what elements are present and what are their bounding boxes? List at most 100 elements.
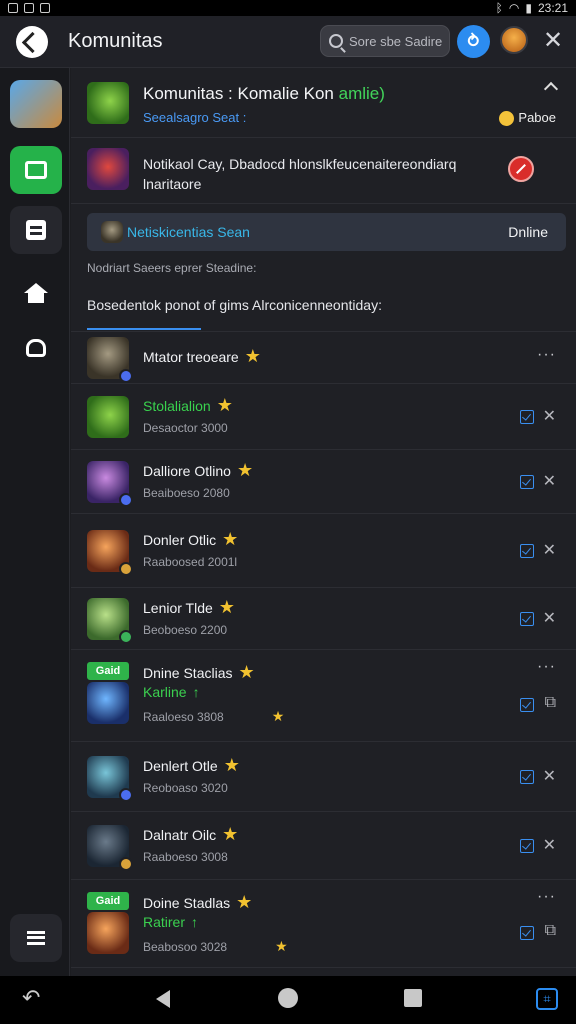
member-row[interactable]: Donler Otlic ★ Raaboosed 2001l ✕ xyxy=(71,514,576,588)
document-icon xyxy=(26,220,46,240)
sidebar-item-store[interactable] xyxy=(10,324,62,372)
arrow-up-icon: ↑ xyxy=(191,914,199,930)
more-options-icon[interactable]: ··· xyxy=(537,346,556,364)
dismiss-icon[interactable]: ✕ xyxy=(543,540,556,560)
page-title: Komunitas xyxy=(68,30,163,52)
copy-icon[interactable]: ⧉ xyxy=(545,922,556,940)
sidebar-item-chat[interactable] xyxy=(10,146,62,194)
wifi-icon: ◠ xyxy=(508,1,520,15)
member-row[interactable]: Stolalialion ★ Desaoctor 3000 ✕ xyxy=(71,384,576,450)
member-avatar[interactable] xyxy=(87,682,129,724)
dismiss-icon[interactable]: ✕ xyxy=(543,835,556,855)
member-avatar[interactable] xyxy=(87,825,133,871)
community-header[interactable]: Komunitas : Komalie Kon amlie) Seealsagr… xyxy=(71,68,576,138)
member-avatar[interactable] xyxy=(87,396,129,438)
sync-button[interactable]: ⥁ xyxy=(457,25,490,58)
member-name: Dalliore Otlino ★ xyxy=(143,460,254,480)
member-name: Dnine Staclias ★ xyxy=(143,662,255,682)
sidebar-item-home[interactable] xyxy=(10,264,62,312)
top-bar: Komunitas Sore sbe Sadire ⥁ ✕ xyxy=(0,16,576,68)
copy-icon[interactable]: ⧉ xyxy=(545,694,556,712)
app-icon xyxy=(24,3,34,13)
sidebar-item-menu[interactable] xyxy=(10,914,62,962)
more-options-icon[interactable]: ··· xyxy=(537,888,556,906)
status-bar: ᛒ ◠ ▮ 23:21 xyxy=(0,0,576,16)
home-icon xyxy=(24,283,48,303)
notice-thumbnail xyxy=(87,148,129,190)
search-input[interactable]: Sore sbe Sadire xyxy=(320,25,450,57)
member-subtitle: Ratirer ↑ xyxy=(143,914,199,930)
star-icon: ★ xyxy=(238,662,255,682)
community-subtitle: Seealsagro Seat : xyxy=(143,110,247,125)
checkbox[interactable] xyxy=(520,475,534,489)
status-badge xyxy=(119,562,133,576)
status-badge xyxy=(119,788,133,802)
close-button[interactable]: ✕ xyxy=(540,28,566,54)
status-badge xyxy=(119,369,133,383)
member-row[interactable]: Mtator treoeare ★ ··· xyxy=(71,332,576,384)
member-avatar[interactable] xyxy=(87,337,133,383)
member-row[interactable]: Denlert Otle ★ Reoboaso 3020 ✕ xyxy=(71,742,576,812)
member-name: Doine Stadlas ★ xyxy=(143,892,253,912)
home-button[interactable] xyxy=(278,988,298,1008)
star-icon: ★ xyxy=(222,824,239,844)
member-row[interactable]: Lenior Tlde ★ Beoboeso 2200 ✕ xyxy=(71,588,576,650)
online-bar[interactable]: Netiskicentias Sean Dnline xyxy=(87,213,566,251)
member-name: Donler Otlic ★ xyxy=(143,529,239,549)
checkbox[interactable] xyxy=(520,770,534,784)
rotate-back-icon[interactable] xyxy=(22,988,42,1008)
reaction-button[interactable]: Paboe xyxy=(499,110,556,127)
dismiss-icon[interactable]: ✕ xyxy=(543,608,556,628)
dismiss-icon[interactable]: ✕ xyxy=(543,766,556,786)
system-nav-bar: ⌗ xyxy=(0,976,576,1024)
checkbox[interactable] xyxy=(520,839,534,853)
member-avatar[interactable] xyxy=(87,756,133,802)
search-icon xyxy=(329,34,343,48)
user-avatar[interactable] xyxy=(500,26,528,54)
checkbox[interactable] xyxy=(520,544,534,558)
status-badge xyxy=(119,630,133,644)
back-logo-icon[interactable] xyxy=(16,25,48,58)
member-name: Stolalialion ★ xyxy=(143,395,233,415)
member-meta: Raaboeso 3008 xyxy=(143,850,228,864)
star-icon: ★ xyxy=(223,755,240,775)
star-icon: ★ xyxy=(222,529,239,549)
star-icon: ★ xyxy=(216,395,233,415)
dismiss-icon[interactable]: ✕ xyxy=(543,406,556,426)
online-thumbnail xyxy=(101,221,123,243)
member-row[interactable]: Dalnatr Oilc ★ Raaboeso 3008 ✕ xyxy=(71,812,576,880)
dismiss-icon[interactable]: ✕ xyxy=(543,471,556,491)
checkbox[interactable] xyxy=(520,926,534,940)
chevron-up-icon[interactable] xyxy=(543,81,559,97)
sidebar-item-profile[interactable] xyxy=(10,80,62,128)
member-meta: Beoboeso 2200 xyxy=(143,623,228,637)
star-icon: ★ xyxy=(218,597,235,617)
notice-row[interactable]: Notikaol Cay, Dbadocd hlonslkfeucenaiter… xyxy=(71,138,576,204)
member-row[interactable]: Dalliore Otlino ★ Beaiboeso 2080 ✕ xyxy=(71,450,576,514)
member-row[interactable]: Gaid Dnine Staclias ★ Karline ↑ Raaloeso 3808… xyxy=(71,650,576,742)
checkbox[interactable] xyxy=(520,410,534,424)
checkbox[interactable] xyxy=(520,612,534,626)
member-subtitle: Karline ↑ xyxy=(143,684,200,700)
member-avatar[interactable] xyxy=(87,912,129,954)
member-avatar[interactable] xyxy=(87,530,133,576)
checkbox[interactable] xyxy=(520,698,534,712)
block-icon[interactable] xyxy=(508,156,534,182)
app-icon xyxy=(40,3,50,13)
game-tag: Gaid xyxy=(87,662,129,680)
member-avatar[interactable] xyxy=(87,598,133,644)
member-meta: Raaloeso 3808 ★ xyxy=(143,708,285,724)
more-options-icon[interactable]: ··· xyxy=(537,658,556,676)
recents-button[interactable] xyxy=(404,989,422,1007)
main-panel: Komunitas : Komalie Kon amlie) Seealsagr… xyxy=(71,68,576,976)
member-meta: Beaiboeso 2080 xyxy=(143,486,230,500)
star-icon: ★ xyxy=(271,708,285,724)
star-icon: ★ xyxy=(275,938,288,954)
member-row[interactable]: Gaid Doine Stadlas ★ Ratirer ↑ Beabosoo 3028 ★… xyxy=(71,880,576,968)
star-icon: ★ xyxy=(244,346,261,366)
member-name: Mtator treoeare ★ xyxy=(143,346,261,366)
app-switch-icon[interactable]: ⌗ xyxy=(536,988,558,1010)
back-button[interactable] xyxy=(156,990,170,1008)
sidebar-item-documents[interactable] xyxy=(10,206,62,254)
member-avatar[interactable] xyxy=(87,461,133,507)
